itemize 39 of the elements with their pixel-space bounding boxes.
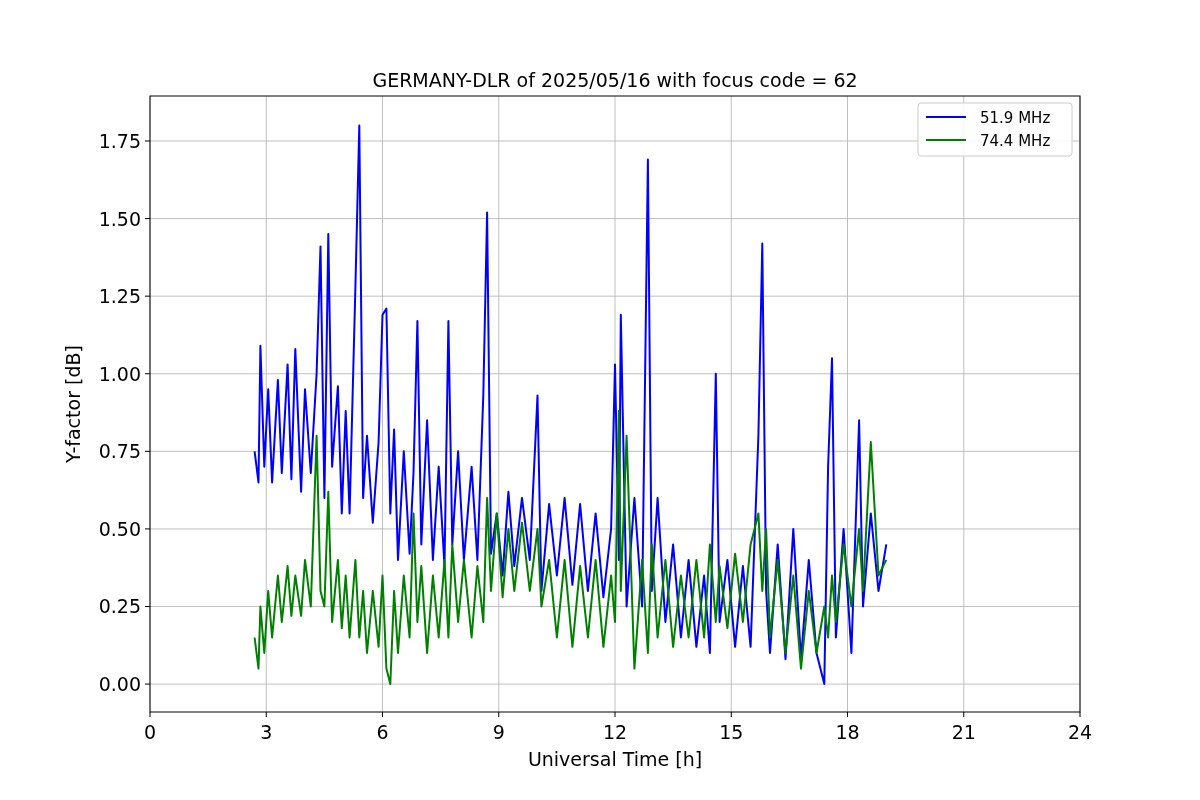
tick-mark [144,373,151,375]
tick-label: 15 [719,721,744,743]
tick-mark [498,711,500,718]
tick-label: 1.50 [98,207,141,230]
tick-mark [144,450,151,452]
tick-label: 0.75 [98,440,141,463]
tick-label: 0.25 [98,595,141,618]
tick-mark [144,528,151,530]
tick-mark [144,295,151,297]
tick-mark [149,711,151,718]
tick-mark [382,711,383,718]
tick-label: 6 [376,721,389,743]
tick-mark [614,711,616,718]
tick-label: 1.00 [98,362,141,385]
tick-label: 18 [835,721,860,743]
tick-mark [730,711,732,718]
tick-label: 24 [1067,721,1093,743]
tick-mark [265,711,267,718]
tick-label: 0.00 [98,673,141,696]
legend-label: 51.9 MHz [980,109,1051,127]
tick-label: 0 [143,721,157,743]
axis-label: Universal Time [h] [527,748,703,770]
tick-label: 21 [951,721,976,743]
tick-label: 0.50 [98,517,141,540]
tick-mark [144,606,151,607]
tick-mark [144,683,151,685]
tick-label: 9 [492,721,505,743]
chart-title: GERMANY-DLR of 2025/05/16 with focus code = 62 [372,69,858,91]
tick-mark [144,218,151,220]
tick-label: 1.75 [98,130,141,152]
tick-label: 12 [602,721,628,743]
axis-label: Y-factor [dB] [62,345,84,463]
tick-label: 1.25 [98,285,141,308]
tick-mark [144,140,151,142]
tick-label: 3 [260,721,273,743]
tick-mark [847,711,848,718]
tick-mark [963,711,965,718]
tick-mark [1079,711,1081,718]
legend-label: 74.4 MHz [980,132,1051,150]
